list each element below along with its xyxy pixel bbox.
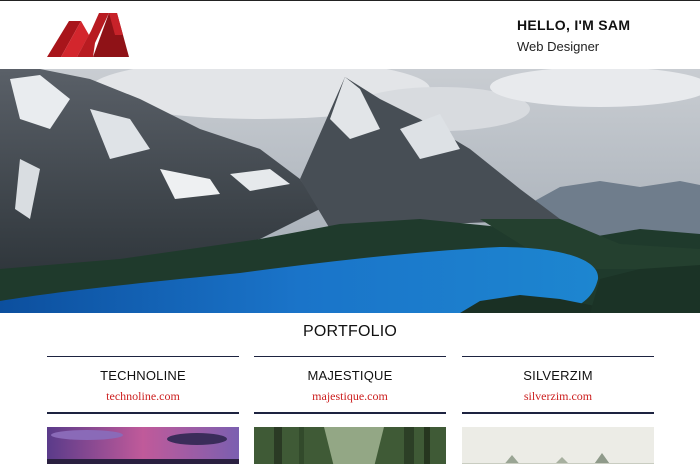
card-title: SILVERZIM bbox=[523, 368, 593, 383]
forest-sunbeams-thumbnail[interactable] bbox=[254, 427, 446, 464]
card-top-divider bbox=[462, 356, 654, 357]
site-header: HELLO, I'M SAM Web Designer bbox=[0, 1, 700, 69]
card-title: MAJESTIQUE bbox=[307, 368, 393, 383]
card-bottom-divider bbox=[47, 412, 239, 414]
card-title: TECHNOLINE bbox=[100, 368, 186, 383]
card-link[interactable]: technoline.com bbox=[47, 389, 239, 404]
role-subtitle: Web Designer bbox=[517, 39, 600, 54]
misty-trees-thumbnail[interactable] bbox=[462, 427, 654, 464]
portfolio-heading: PORTFOLIO bbox=[303, 323, 397, 340]
card-top-divider bbox=[47, 356, 239, 357]
greeting-heading: HELLO, I'M SAM bbox=[517, 17, 631, 33]
mountain-m-logo-icon[interactable] bbox=[47, 13, 129, 57]
hero-image bbox=[0, 69, 700, 313]
card-link[interactable]: silverzim.com bbox=[462, 389, 654, 404]
card-bottom-divider bbox=[462, 412, 654, 414]
card-link[interactable]: majestique.com bbox=[254, 389, 446, 404]
card-bottom-divider bbox=[254, 412, 446, 414]
sunset-sky-thumbnail[interactable] bbox=[47, 427, 239, 464]
card-top-divider bbox=[254, 356, 446, 357]
